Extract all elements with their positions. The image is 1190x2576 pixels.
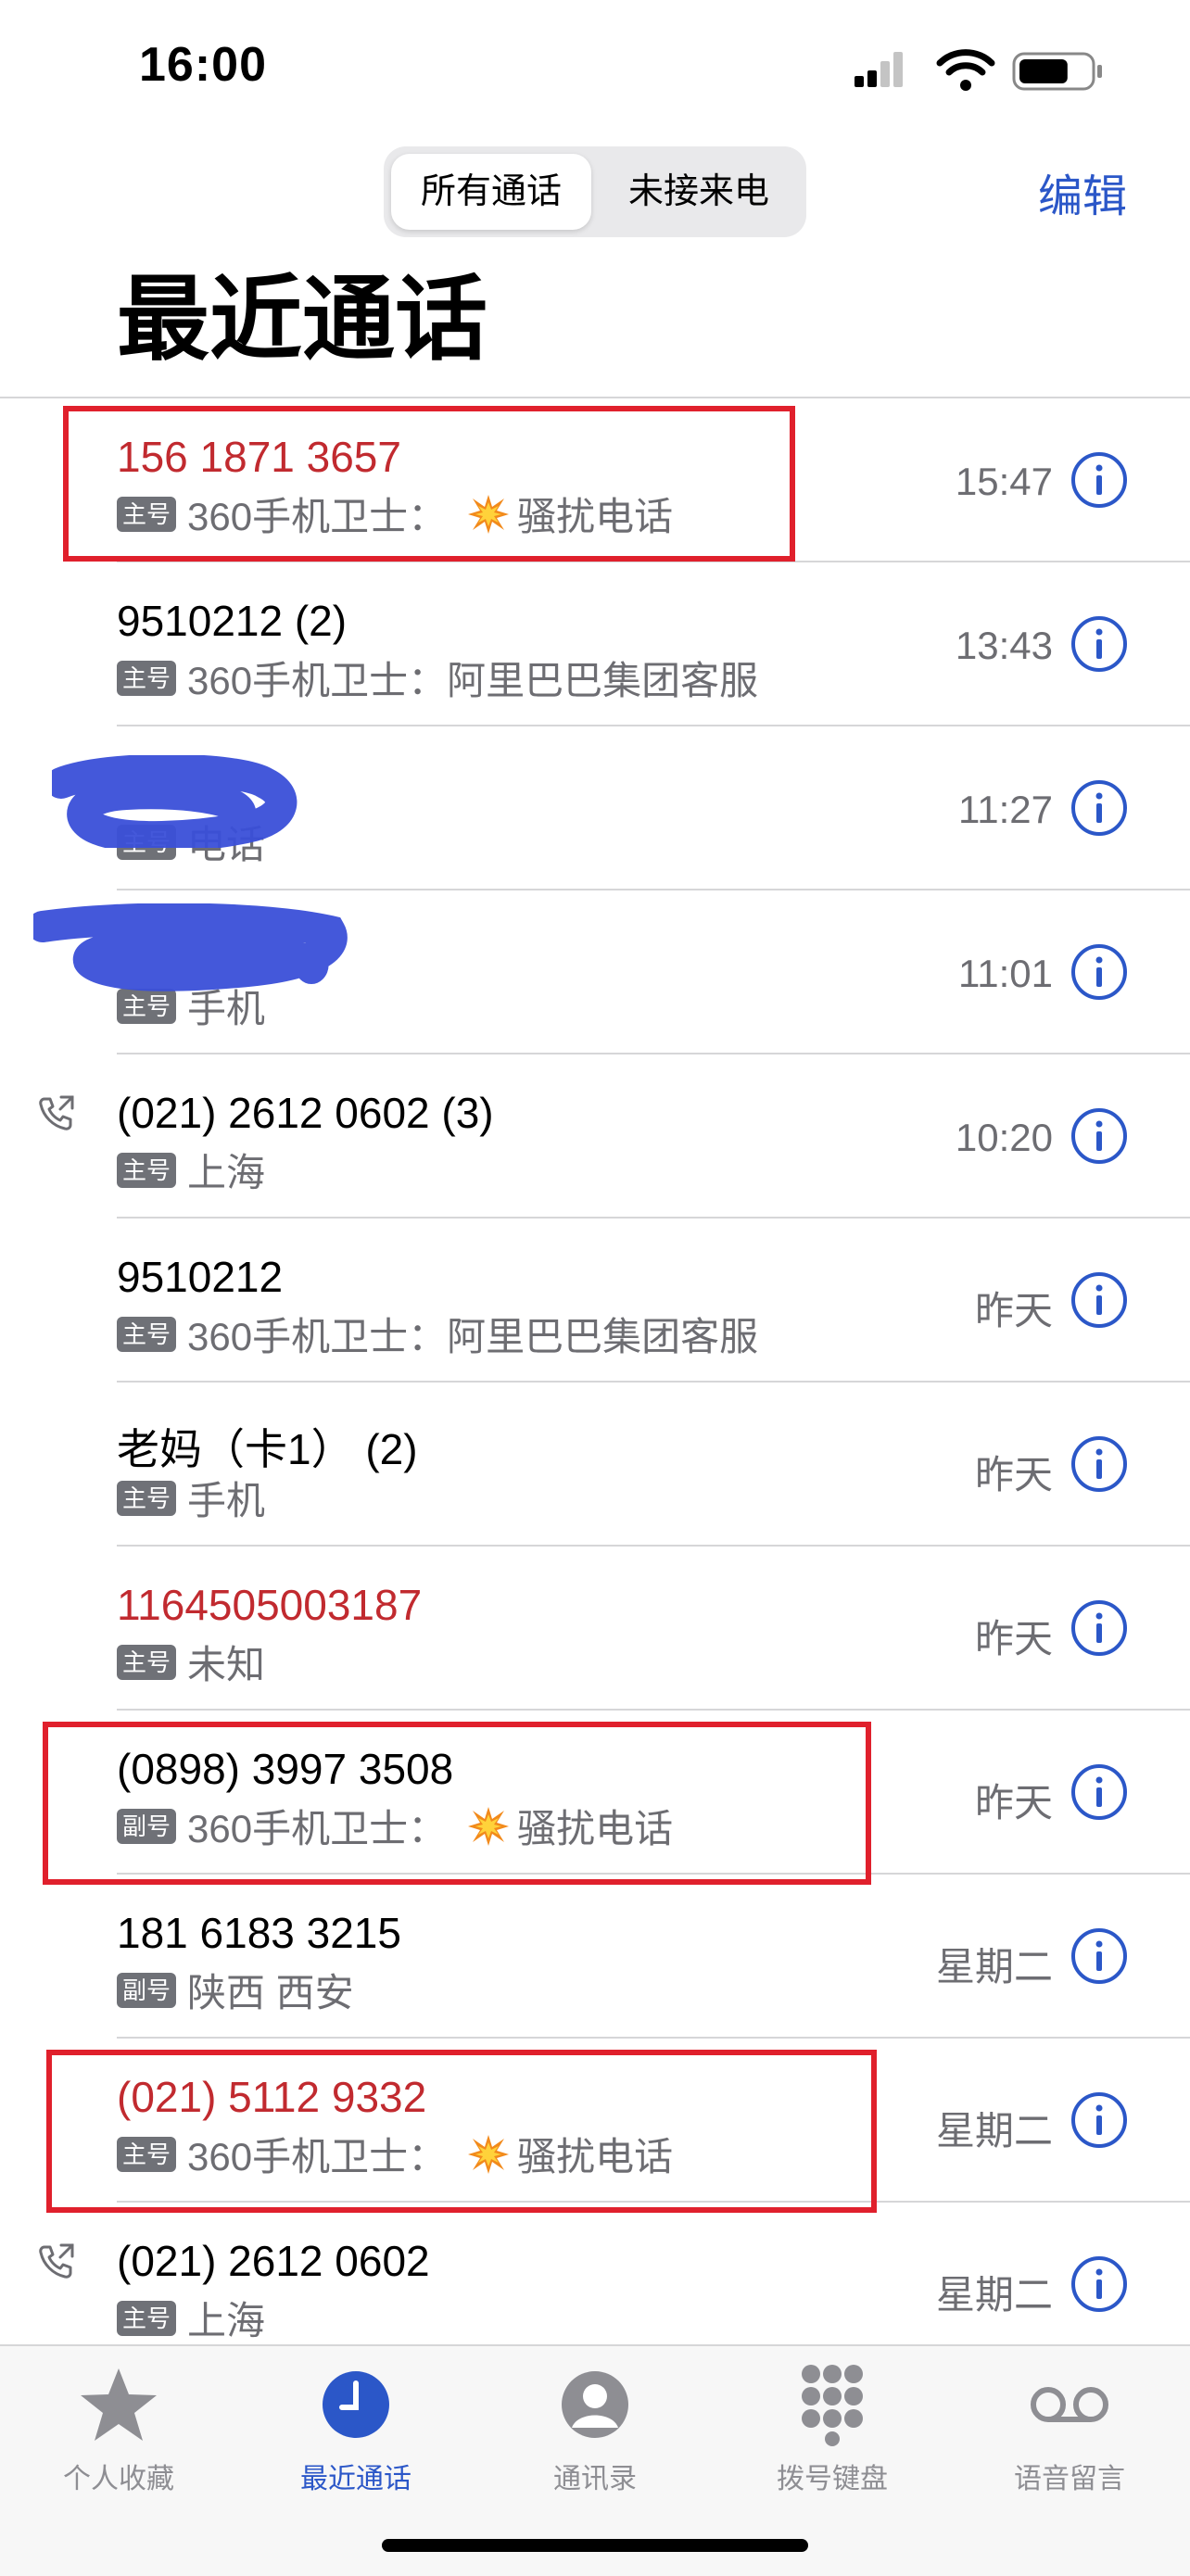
call-detail: 主号 未知	[117, 1634, 265, 1690]
call-filter-segmented-control: 所有通话 未接来电	[384, 146, 806, 237]
info-icon[interactable]	[1070, 450, 1129, 510]
info-icon[interactable]	[1070, 1434, 1129, 1494]
tab-label: 通讯录	[553, 2464, 637, 2494]
status-time: 16:00	[139, 38, 267, 92]
tab-label: 最近通话	[300, 2464, 411, 2494]
call-time: 11:01	[958, 952, 1053, 995]
call-detail-text: 陕西 西安	[187, 1971, 354, 2014]
page-title: 最近通话	[117, 268, 487, 372]
caller-name: (021) 2612 0602 (3)	[117, 1089, 494, 1137]
call-row[interactable]: 1164505003187 主号 未知 昨天	[117, 1545, 1190, 1710]
call-row[interactable]: 9510212 (2) 主号 360手机卫士：阿里巴巴集团客服 13:43	[117, 561, 1190, 726]
home-indicator[interactable]	[382, 2539, 808, 2552]
battery-icon	[1012, 52, 1102, 91]
call-detail-text: 未知	[187, 1643, 266, 1686]
info-icon[interactable]	[1070, 778, 1129, 838]
info-icon[interactable]	[1070, 1270, 1129, 1330]
tab-label: 拨号键盘	[777, 2464, 888, 2494]
tab-favorites[interactable]: 个人收藏	[17, 2363, 221, 2496]
keypad-icon	[802, 2365, 863, 2446]
tab-label: 语音留言	[1014, 2464, 1125, 2494]
caller-name: 老妈（卡1） (2)	[117, 1425, 418, 1473]
outgoing-call-icon	[39, 2243, 74, 2279]
call-detail: 主号 手机	[117, 1470, 265, 1526]
redaction-scribble	[52, 755, 298, 848]
call-detail-text: 360手机卫士：阿里巴巴集团客服	[187, 1315, 759, 1358]
caller-name: 181 6183 3215	[117, 1909, 401, 1957]
call-time: 13:43	[955, 624, 1053, 667]
call-detail: 主号 上海	[117, 2290, 265, 2346]
caller-name: 9510212	[117, 1253, 284, 1301]
call-row[interactable]: (021) 2612 0602 主号 上海 星期二	[39, 2201, 1190, 2366]
tab-recents[interactable]: 最近通话	[254, 2363, 458, 2496]
edit-button[interactable]: 编辑	[1038, 159, 1127, 224]
tab-contacts[interactable]: 通讯录	[493, 2363, 697, 2496]
contact-icon	[562, 2371, 628, 2438]
call-detail-text: 手机	[187, 1479, 266, 1522]
caller-name: 1164505003187	[117, 1581, 423, 1629]
call-row[interactable]: 9510212 主号 360手机卫士：阿里巴巴集团客服 昨天	[117, 1217, 1190, 1382]
sim-badge: 主号	[117, 1644, 177, 1680]
call-detail: 主号 360手机卫士：阿里巴巴集团客服	[117, 1306, 758, 1362]
sim-badge: 主号	[117, 1316, 177, 1352]
sim-badge: 副号	[117, 1972, 177, 2008]
call-time: 星期二	[935, 1945, 1053, 1989]
status-icons	[855, 49, 1102, 91]
star-icon	[81, 2368, 157, 2441]
call-time: 昨天	[974, 1453, 1053, 1496]
call-time: 昨天	[974, 1781, 1053, 1825]
call-detail: 副号 陕西 西安	[117, 1962, 354, 2018]
call-time: 星期二	[935, 2109, 1053, 2153]
info-icon[interactable]	[1070, 2254, 1129, 2314]
call-time: 10:20	[955, 1116, 1053, 1159]
caller-name: 9510212 (2)	[117, 597, 348, 645]
segment-all-calls[interactable]: 所有通话	[391, 154, 591, 230]
tab-voicemail[interactable]: 语音留言	[968, 2363, 1171, 2496]
call-time: 昨天	[974, 1617, 1053, 1661]
annotation-box	[63, 406, 795, 562]
call-time: 星期二	[935, 2273, 1053, 2317]
call-detail: 主号 360手机卫士：阿里巴巴集团客服	[117, 650, 758, 706]
info-icon[interactable]	[1070, 1762, 1129, 1822]
sim-badge: 主号	[117, 660, 177, 696]
cellular-signal-icon	[855, 52, 903, 87]
call-detail: 主号 上海	[117, 1142, 265, 1198]
info-icon[interactable]	[1070, 1106, 1129, 1166]
call-detail-text: 上海	[187, 1151, 266, 1194]
segment-missed-calls[interactable]: 未接来电	[599, 154, 799, 230]
call-time: 昨天	[974, 1289, 1053, 1332]
call-detail-text: 上海	[187, 2299, 266, 2342]
info-icon[interactable]	[1070, 2090, 1129, 2150]
tab-keypad[interactable]: 拨号键盘	[730, 2363, 934, 2496]
sim-badge: 主号	[117, 1480, 177, 1516]
annotation-box	[43, 1722, 871, 1885]
call-time: 11:27	[958, 788, 1053, 831]
info-icon[interactable]	[1070, 1926, 1129, 1986]
call-row[interactable]: 老妈（卡1） (2) 主号 手机 昨天	[117, 1381, 1190, 1546]
info-icon[interactable]	[1070, 1598, 1129, 1658]
outgoing-call-icon	[39, 1095, 74, 1130]
call-time: 15:47	[955, 460, 1053, 503]
sim-badge: 主号	[117, 988, 177, 1024]
sim-badge: 主号	[117, 1152, 177, 1188]
call-detail-text: 360手机卫士：阿里巴巴集团客服	[187, 659, 759, 702]
status-bar: 16:00	[0, 0, 1190, 139]
redaction-scribble	[33, 903, 348, 991]
clock-icon	[323, 2371, 389, 2438]
sim-badge: 主号	[117, 2300, 177, 2336]
info-icon[interactable]	[1070, 942, 1129, 1002]
call-row[interactable]: (021) 2612 0602 (3) 主号 上海 10:20	[39, 1053, 1190, 1218]
wifi-icon	[936, 49, 995, 91]
call-row[interactable]: 181 6183 3215 副号 陕西 西安 星期二	[117, 1873, 1190, 2038]
voicemail-icon	[1031, 2387, 1108, 2422]
info-icon[interactable]	[1070, 614, 1129, 674]
tab-label: 个人收藏	[63, 2464, 174, 2494]
annotation-box	[46, 2050, 877, 2213]
caller-name: (021) 2612 0602	[117, 2237, 430, 2285]
